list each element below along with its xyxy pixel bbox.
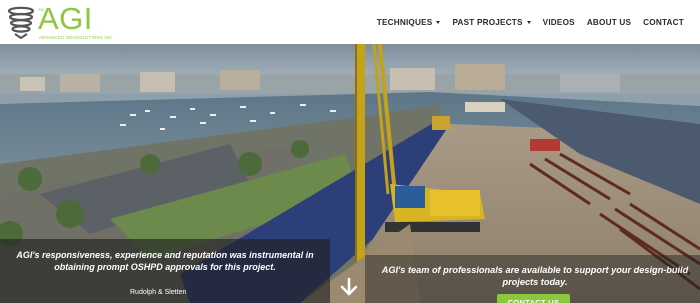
nav-label: VIDEOS bbox=[542, 17, 575, 27]
nav-item-videos[interactable]: VIDEOS bbox=[543, 18, 575, 27]
logo-wordmark: AGI bbox=[38, 1, 93, 36]
nav-item-techniques[interactable]: TECHNIQUES bbox=[377, 18, 441, 27]
nav-label: CONTACT bbox=[643, 17, 684, 27]
nav-item-past-projects[interactable]: PAST PROJECTS bbox=[452, 17, 531, 27]
callout-text: AGI's team of professionals are availabl… bbox=[381, 265, 689, 287]
nav-label: PAST PROJECTS bbox=[452, 17, 523, 27]
logo-tagline: Advanced Geosolutions Inc bbox=[39, 35, 113, 40]
nav-item-about-us[interactable]: ABOUT US bbox=[587, 18, 631, 27]
site-header: TM AGI Advanced Geosolutions Inc TECHNIQ… bbox=[0, 0, 700, 44]
nav-item-contact[interactable]: CONTACT bbox=[643, 18, 684, 27]
testimonial-attribution: Rudolph & Sletten bbox=[130, 289, 187, 296]
spiral-drill-icon bbox=[7, 6, 35, 39]
arrow-down-icon[interactable] bbox=[339, 277, 359, 297]
nav-label: ABOUT US bbox=[586, 17, 632, 27]
testimonial-quote: AGI's responsiveness, experience and rep… bbox=[16, 250, 314, 272]
chevron-down-icon bbox=[526, 20, 531, 24]
nav-label: TECHNIQUES bbox=[376, 17, 433, 27]
main-nav: TECHNIQUES PAST PROJECTS VIDEOS ABOUT US… bbox=[377, 16, 684, 28]
agi-logo[interactable]: TM AGI Advanced Geosolutions Inc bbox=[6, 1, 112, 40]
contact-us-button[interactable]: CONTACT US bbox=[497, 294, 570, 303]
chevron-down-icon bbox=[436, 20, 441, 24]
